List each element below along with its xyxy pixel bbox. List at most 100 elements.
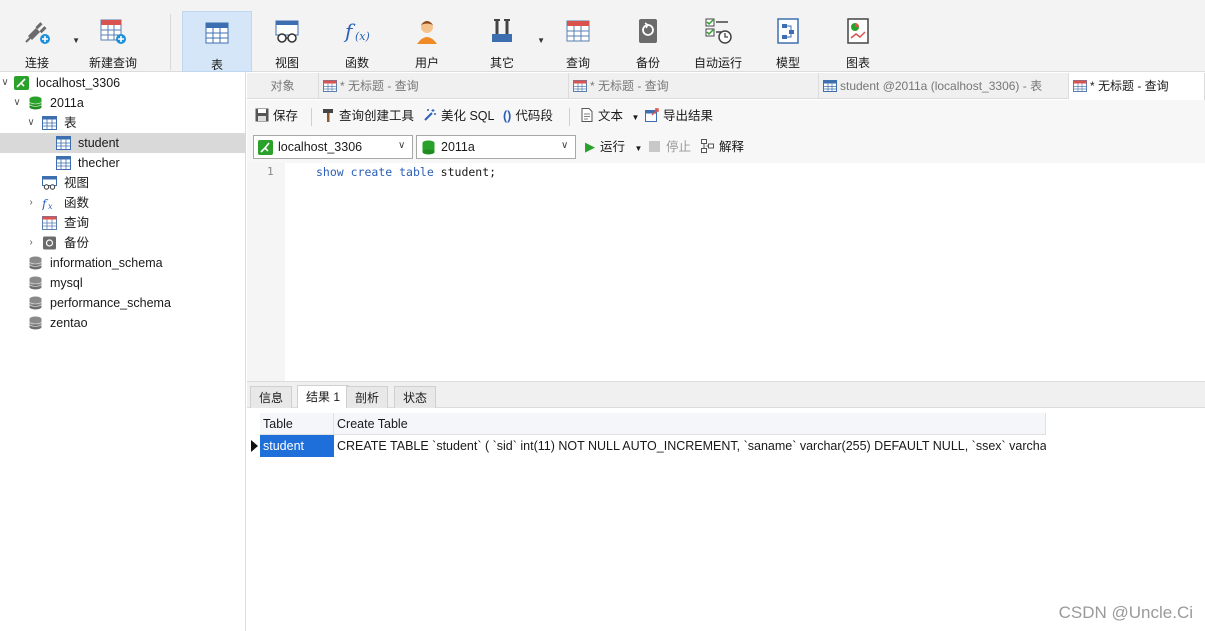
database-icon: [422, 140, 435, 155]
tab-profile[interactable]: 剖析: [346, 386, 389, 409]
tab-result-1[interactable]: 结果 1: [297, 385, 350, 410]
database-icon: [29, 296, 42, 310]
sql-code[interactable]: show create table student;: [316, 165, 496, 179]
svg-text:(x): (x): [355, 30, 370, 43]
run-button[interactable]: ▶ 运行 ▼: [585, 138, 642, 156]
function-button[interactable]: f (x) 函数: [322, 10, 392, 72]
query-builder-button[interactable]: 查询创建工具: [321, 107, 414, 125]
tree-db-label: zentao: [50, 316, 88, 330]
document-icon: [581, 108, 593, 122]
query-toolbar: 保存 查询创建工具 美化 SQL () 代码段 文本 ▼ 导出结果: [247, 100, 1205, 131]
autorun-button[interactable]: 自动运行: [683, 10, 753, 72]
query-button[interactable]: 查询: [543, 10, 613, 72]
tree-database[interactable]: ∨ 2011a: [0, 93, 246, 113]
other-button[interactable]: 其它 ▼: [467, 10, 545, 72]
cell-value: CREATE TABLE `student` ( `sid` int(11) N…: [337, 439, 1046, 453]
tree-database-label: 2011a: [50, 96, 84, 110]
backup-button[interactable]: 备份: [613, 10, 683, 72]
sql-editor[interactable]: 1 show create table student;: [247, 163, 1205, 381]
line-gutter: 1: [247, 163, 285, 381]
function-icon: f (x): [343, 19, 370, 43]
query-label: 查询: [565, 56, 590, 70]
column-header-label: Table: [263, 417, 293, 431]
beautify-sql-button[interactable]: 美化 SQL: [423, 107, 495, 125]
chevron-down-icon[interactable]: ▼: [632, 113, 640, 122]
stop-button[interactable]: 停止: [649, 138, 691, 156]
result-grid: Table Create Table student CREATE TABLE …: [247, 408, 1205, 631]
tab-objects[interactable]: 对象: [247, 73, 319, 99]
view-icon: [275, 20, 299, 43]
explain-label: 解释: [719, 140, 745, 154]
save-icon: [255, 108, 269, 122]
tree-table-student[interactable]: student: [0, 133, 246, 153]
new-query-button[interactable]: 新建查询: [78, 10, 148, 72]
table-cell[interactable]: CREATE TABLE `student` ( `sid` int(11) N…: [334, 435, 1046, 457]
tab-label: 对象: [270, 79, 295, 93]
tree-connection[interactable]: ∨ localhost_3306: [0, 73, 246, 93]
view-button[interactable]: 视图: [252, 10, 322, 72]
tab-query-2[interactable]: * 无标题 - 查询: [569, 73, 819, 99]
model-label: 模型: [775, 56, 800, 70]
text-button[interactable]: 文本 ▼: [580, 107, 639, 125]
user-icon: [417, 21, 437, 44]
chevron-down-icon[interactable]: ∨: [561, 140, 571, 152]
user-button[interactable]: 用户: [392, 10, 462, 72]
chevron-down-icon[interactable]: ∨: [398, 140, 408, 152]
sql-keyword: create: [350, 165, 393, 179]
tab-label: * 无标题 - 查询: [1090, 79, 1169, 93]
tree-db-zentao[interactable]: zentao: [0, 313, 246, 333]
database-icon: [29, 316, 42, 330]
tree-db-information-schema[interactable]: information_schema: [0, 253, 246, 273]
tab-query-1[interactable]: * 无标题 - 查询: [319, 73, 569, 99]
tree-table-thecher[interactable]: thecher: [0, 153, 246, 173]
code-snippet-button[interactable]: () 代码段: [503, 107, 553, 125]
table-icon: [56, 136, 71, 150]
table-button[interactable]: 表: [182, 11, 252, 72]
tab-status[interactable]: 状态: [394, 386, 437, 409]
query-builder-label: 查询创建工具: [339, 109, 415, 123]
tree-views-folder[interactable]: 视图: [0, 173, 246, 193]
chart-button[interactable]: 图表: [823, 10, 893, 72]
sql-keyword: show: [316, 165, 344, 179]
database-icon: [29, 96, 42, 110]
explain-button[interactable]: 解释: [701, 138, 744, 156]
tree-db-mysql[interactable]: mysql: [0, 273, 246, 293]
export-results-button[interactable]: 导出结果: [645, 107, 713, 125]
chevron-down-icon[interactable]: ∨: [26, 113, 36, 133]
database-select[interactable]: 2011a ∨: [416, 135, 576, 159]
connection-bar: localhost_3306 ∨ 2011a ∨ ▶ 运行 ▼ 停止 解释: [247, 131, 1205, 163]
toolbar-divider: [569, 108, 570, 126]
result-tabs: 信息 结果 1 剖析 状态: [247, 381, 1205, 410]
tree-views-label: 视图: [64, 176, 90, 190]
column-header-create-table[interactable]: Create Table: [334, 413, 1046, 435]
model-button[interactable]: 模型: [753, 10, 823, 72]
main-toolbar: 连接 ▼ 新建查询 表 视图 f (x) 函数 用户 其它 ▼ 查询 备份 自动…: [0, 6, 1205, 72]
tree-tables-label: 表: [64, 116, 77, 130]
column-header-table[interactable]: Table: [260, 413, 334, 435]
chevron-right-icon[interactable]: ›: [26, 193, 36, 213]
beautify-sql-label: 美化 SQL: [441, 109, 495, 123]
save-button[interactable]: 保存: [255, 107, 298, 125]
table-cell[interactable]: student: [260, 435, 334, 457]
chevron-right-icon[interactable]: ›: [26, 233, 36, 253]
export-results-label: 导出结果: [663, 109, 714, 123]
tree-functions-label: 函数: [64, 196, 90, 210]
chevron-down-icon[interactable]: ∨: [0, 73, 10, 93]
autorun-label: 自动运行: [693, 56, 742, 70]
tab-table-student[interactable]: student @2011a (localhost_3306) - 表: [819, 73, 1069, 99]
plug-icon: [25, 22, 50, 44]
tree-queries-folder[interactable]: 查询: [0, 213, 246, 233]
tree-functions-folder[interactable]: › f x 函数: [0, 193, 246, 213]
tree-backups-folder[interactable]: › 备份: [0, 233, 246, 253]
chevron-down-icon[interactable]: ▼: [635, 144, 643, 153]
tab-query-active[interactable]: * 无标题 - 查询: [1069, 73, 1205, 100]
tree-tables-folder[interactable]: ∨ 表: [0, 113, 246, 133]
connect-button[interactable]: 连接 ▼: [2, 10, 80, 72]
user-label: 用户: [414, 56, 439, 70]
connection-select[interactable]: localhost_3306 ∨: [253, 135, 413, 159]
tree-db-performance-schema[interactable]: performance_schema: [0, 293, 246, 313]
tab-info[interactable]: 信息: [250, 386, 293, 409]
chevron-down-icon[interactable]: ∨: [12, 93, 22, 113]
magic-wand-icon: [424, 109, 436, 121]
connection-icon: [258, 140, 273, 155]
